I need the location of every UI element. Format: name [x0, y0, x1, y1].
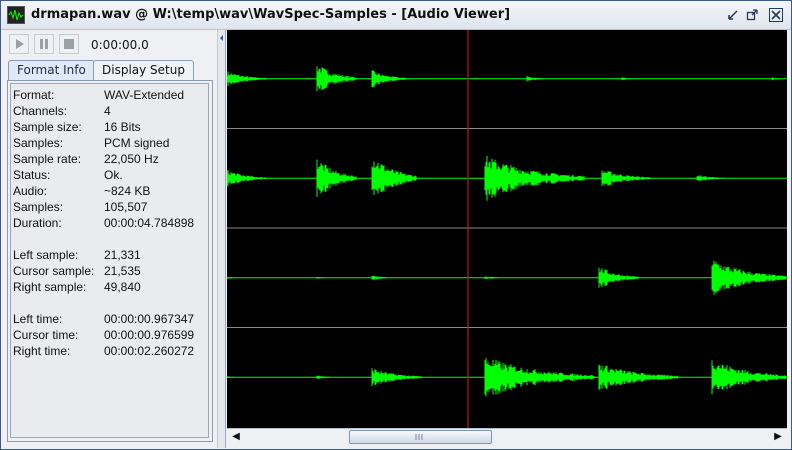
waveform-app-icon	[7, 6, 25, 24]
pause-button[interactable]	[34, 34, 54, 54]
playback-time: 0:00:00.0	[91, 38, 149, 52]
play-button[interactable]	[9, 34, 29, 54]
channel-waveform	[226, 66, 787, 92]
channel-waveform	[226, 260, 787, 295]
close-icon[interactable]	[768, 7, 784, 23]
channel-waveform	[226, 358, 787, 397]
title-bar[interactable]: drmapan.wav @ W:\temp\wav\WavSpec-Sample…	[1, 1, 791, 30]
playback-toolbar: 0:00:00.0	[7, 32, 212, 58]
scroll-right-icon[interactable]: ▶	[771, 430, 785, 444]
waveform-canvas[interactable]	[226, 30, 787, 428]
iconify-icon[interactable]	[725, 7, 741, 23]
waveform-display[interactable]	[226, 30, 787, 428]
format-info-panel: Format: WAV-Extended Channels: 4 Sample si…	[7, 80, 213, 442]
scrollbar-thumb[interactable]	[349, 430, 492, 444]
tab-format-info[interactable]: Format Info	[8, 60, 95, 80]
tab-display-setup[interactable]: Display Setup	[93, 60, 194, 80]
channel-waveform	[226, 155, 787, 201]
pane-splitter[interactable]	[217, 30, 226, 448]
info-pane: 0:00:00.0 Format Info Display Setup Form…	[1, 30, 217, 448]
maximize-icon[interactable]	[744, 7, 760, 23]
audio-viewer-window: drmapan.wav @ W:\temp\wav\WavSpec-Sample…	[0, 0, 792, 450]
scroll-left-icon[interactable]: ◀	[229, 430, 243, 444]
stop-button[interactable]	[59, 34, 79, 54]
window-title: drmapan.wav @ W:\temp\wav\WavSpec-Sample…	[31, 7, 511, 22]
horizontal-scrollbar[interactable]: ◀ ▶	[227, 428, 787, 445]
format-info-list: Format: WAV-Extended Channels: 4 Sample si…	[10, 83, 209, 438]
